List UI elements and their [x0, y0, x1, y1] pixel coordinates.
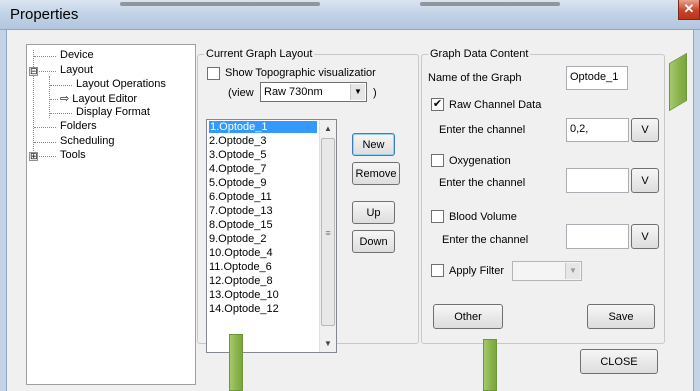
oxygenation-channel-field[interactable]: [566, 168, 629, 193]
graph-name-field[interactable]: Optode_1: [566, 66, 628, 90]
oxygenation-channel-prompt: Enter the channel: [439, 177, 526, 189]
down-button[interactable]: Down: [352, 230, 395, 253]
tree-item-folders[interactable]: Folders: [60, 120, 97, 132]
graph-data-content-group: Graph Data Content: [421, 48, 665, 344]
tree-item-layout-editor[interactable]: ⇨ Layout Editor: [60, 92, 137, 105]
view-label: (view: [228, 87, 254, 99]
window-title-bar[interactable]: Properties ✕: [0, 0, 700, 30]
list-item[interactable]: 14.Optode_12: [209, 303, 279, 315]
tree-connector: [39, 71, 56, 72]
save-button[interactable]: Save: [587, 304, 655, 329]
blood-volume-channel-prompt: Enter the channel: [442, 234, 529, 246]
tree-item-tools[interactable]: Tools: [60, 149, 86, 161]
list-item[interactable]: 8.Optode_15: [209, 219, 273, 231]
graph-data-content-title: Graph Data Content: [428, 48, 531, 60]
annotation-arrow: [229, 334, 243, 391]
list-item[interactable]: 12.Optode_8: [209, 275, 273, 287]
apply-filter-label: Apply Filter: [449, 265, 505, 277]
list-item[interactable]: 3.Optode_5: [209, 149, 267, 161]
title-glare: [420, 2, 560, 6]
graph-name-label: Name of the Graph: [428, 72, 522, 84]
chevron-down-icon: ▼: [565, 263, 580, 279]
blood-volume-channel-field[interactable]: [566, 224, 629, 249]
collapse-icon[interactable]: ⊟: [29, 67, 38, 76]
list-item[interactable]: 2.Optode_3: [209, 135, 267, 147]
annotation-arrow: [669, 52, 687, 112]
list-item[interactable]: 7.Optode_13: [209, 205, 273, 217]
list-scrollbar[interactable]: ▲ ≡ ▼: [319, 120, 336, 352]
remove-button[interactable]: Remove: [352, 162, 400, 185]
view-select-value: Raw 730nm: [264, 86, 323, 98]
view-suffix: ): [373, 87, 377, 99]
raw-channel-v-button[interactable]: V: [631, 118, 659, 142]
list-item[interactable]: 11.Optode_6: [209, 261, 272, 273]
tree-item-display-format[interactable]: Display Format: [76, 106, 150, 118]
tree-connector: [34, 142, 56, 143]
list-item[interactable]: 13.Optode_10: [209, 289, 279, 301]
tree-item-layout[interactable]: Layout: [60, 64, 93, 76]
oxygenation-checkbox[interactable]: [431, 154, 444, 167]
tree-connector: [49, 76, 50, 118]
apply-filter-checkbox[interactable]: [431, 264, 444, 277]
scroll-down-icon[interactable]: ▼: [320, 335, 336, 352]
tree-connector: [34, 56, 56, 57]
scroll-up-icon[interactable]: ▲: [320, 120, 336, 137]
tree-item-scheduling[interactable]: Scheduling: [60, 135, 114, 147]
topographic-checkbox[interactable]: [207, 67, 220, 80]
navigation-tree[interactable]: Device ⊟ Layout Layout Operations ⇨ Layo…: [26, 44, 196, 385]
other-button[interactable]: Other: [433, 304, 503, 329]
window-frame-right: [693, 30, 700, 391]
current-graph-layout-title: Current Graph Layout: [204, 48, 315, 60]
annotation-arrow: [483, 339, 497, 391]
raw-channel-prompt: Enter the channel: [439, 124, 526, 136]
expand-icon[interactable]: ⊞: [29, 152, 38, 161]
window-title: Properties: [10, 6, 79, 23]
tree-item-device[interactable]: Device: [60, 49, 94, 61]
tree-item-layout-operations[interactable]: Layout Operations: [76, 78, 166, 90]
list-item[interactable]: 10.Optode_4: [209, 247, 273, 259]
list-item[interactable]: 9.Optode_2: [209, 233, 267, 245]
view-select[interactable]: Raw 730nm ▼: [260, 82, 367, 102]
chevron-down-icon: ▼: [350, 84, 365, 100]
tree-connector: [50, 113, 72, 114]
list-item[interactable]: 1.Optode_1: [209, 121, 317, 133]
new-button[interactable]: New: [352, 133, 395, 156]
list-item[interactable]: 4.Optode_7: [209, 163, 267, 175]
list-item[interactable]: 6.Optode_11: [209, 191, 272, 203]
blood-volume-checkbox[interactable]: [431, 210, 444, 223]
raw-channel-label: Raw Channel Data: [449, 99, 542, 111]
oxygenation-v-button[interactable]: V: [631, 168, 659, 193]
tree-connector: [34, 127, 56, 128]
window-frame-left: [0, 30, 7, 391]
topographic-label: Show Topographic visualizatior: [225, 67, 376, 79]
tree-item-layout-editor-label: Layout Editor: [72, 93, 138, 105]
dialog-client-area: Device ⊟ Layout Layout Operations ⇨ Layo…: [7, 30, 693, 391]
blood-volume-v-button[interactable]: V: [631, 224, 659, 249]
scroll-thumb[interactable]: ≡: [321, 138, 335, 326]
arrow-right-icon: ⇨: [60, 93, 70, 105]
tree-connector: [50, 85, 72, 86]
oxygenation-label: Oxygenation: [449, 155, 511, 167]
raw-channel-field[interactable]: 0,2,: [566, 118, 629, 142]
title-glare: [120, 2, 320, 6]
close-button[interactable]: CLOSE: [580, 349, 658, 374]
graph-layout-list[interactable]: 1.Optode_1 2.Optode_3 3.Optode_5 4.Optod…: [206, 119, 337, 353]
list-item[interactable]: 5.Optode_9: [209, 177, 267, 189]
filter-select[interactable]: ▼: [512, 261, 582, 281]
blood-volume-label: Blood Volume: [449, 211, 517, 223]
up-button[interactable]: Up: [352, 201, 395, 224]
tree-connector: [50, 99, 58, 100]
window-close-icon[interactable]: ✕: [678, 0, 700, 20]
tree-connector: [39, 156, 56, 157]
raw-channel-checkbox[interactable]: ✔: [431, 98, 444, 111]
